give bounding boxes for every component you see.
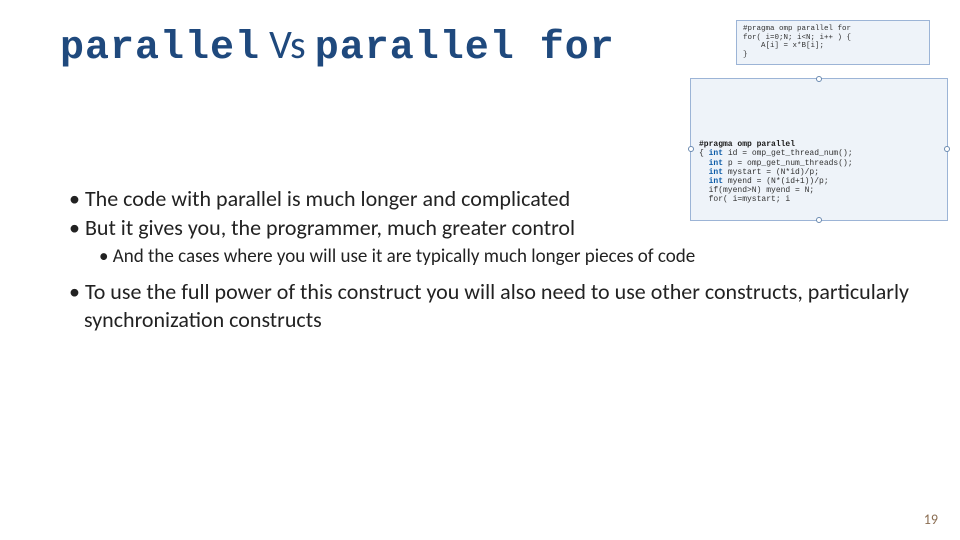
selection-handle-icon xyxy=(688,146,694,152)
slide-title: parallel Vs parallel for xyxy=(60,20,615,71)
bullet-list: The code with parallel is much longer an… xyxy=(66,185,920,335)
code-small-text: #pragma omp parallel for for( i=0;N; i<N… xyxy=(743,25,851,59)
page-number: 19 xyxy=(924,511,938,528)
bullet-text: To use the full power of this construct … xyxy=(84,278,909,333)
selection-handle-icon xyxy=(816,76,822,82)
bullet-text: The code with parallel is much longer an… xyxy=(85,185,570,212)
selection-handle-icon xyxy=(944,146,950,152)
bullet-text: And the cases where you will use it are … xyxy=(113,245,695,268)
title-parallel-for: parallel for xyxy=(315,26,615,71)
sub-bullet-item: And the cases where you will use it are … xyxy=(66,245,920,269)
bullet-item: The code with parallel is much longer an… xyxy=(66,185,920,213)
title-parallel-1: parallel xyxy=(60,26,260,71)
title-vs: Vs xyxy=(260,20,315,69)
code-snippet-parallel-for: #pragma omp parallel for for( i=0;N; i<N… xyxy=(736,20,930,65)
bullet-item: But it gives you, the programmer, much g… xyxy=(66,214,920,242)
bullet-item: To use the full power of this construct … xyxy=(66,278,920,334)
bullet-text: But it gives you, the programmer, much g… xyxy=(85,214,575,241)
